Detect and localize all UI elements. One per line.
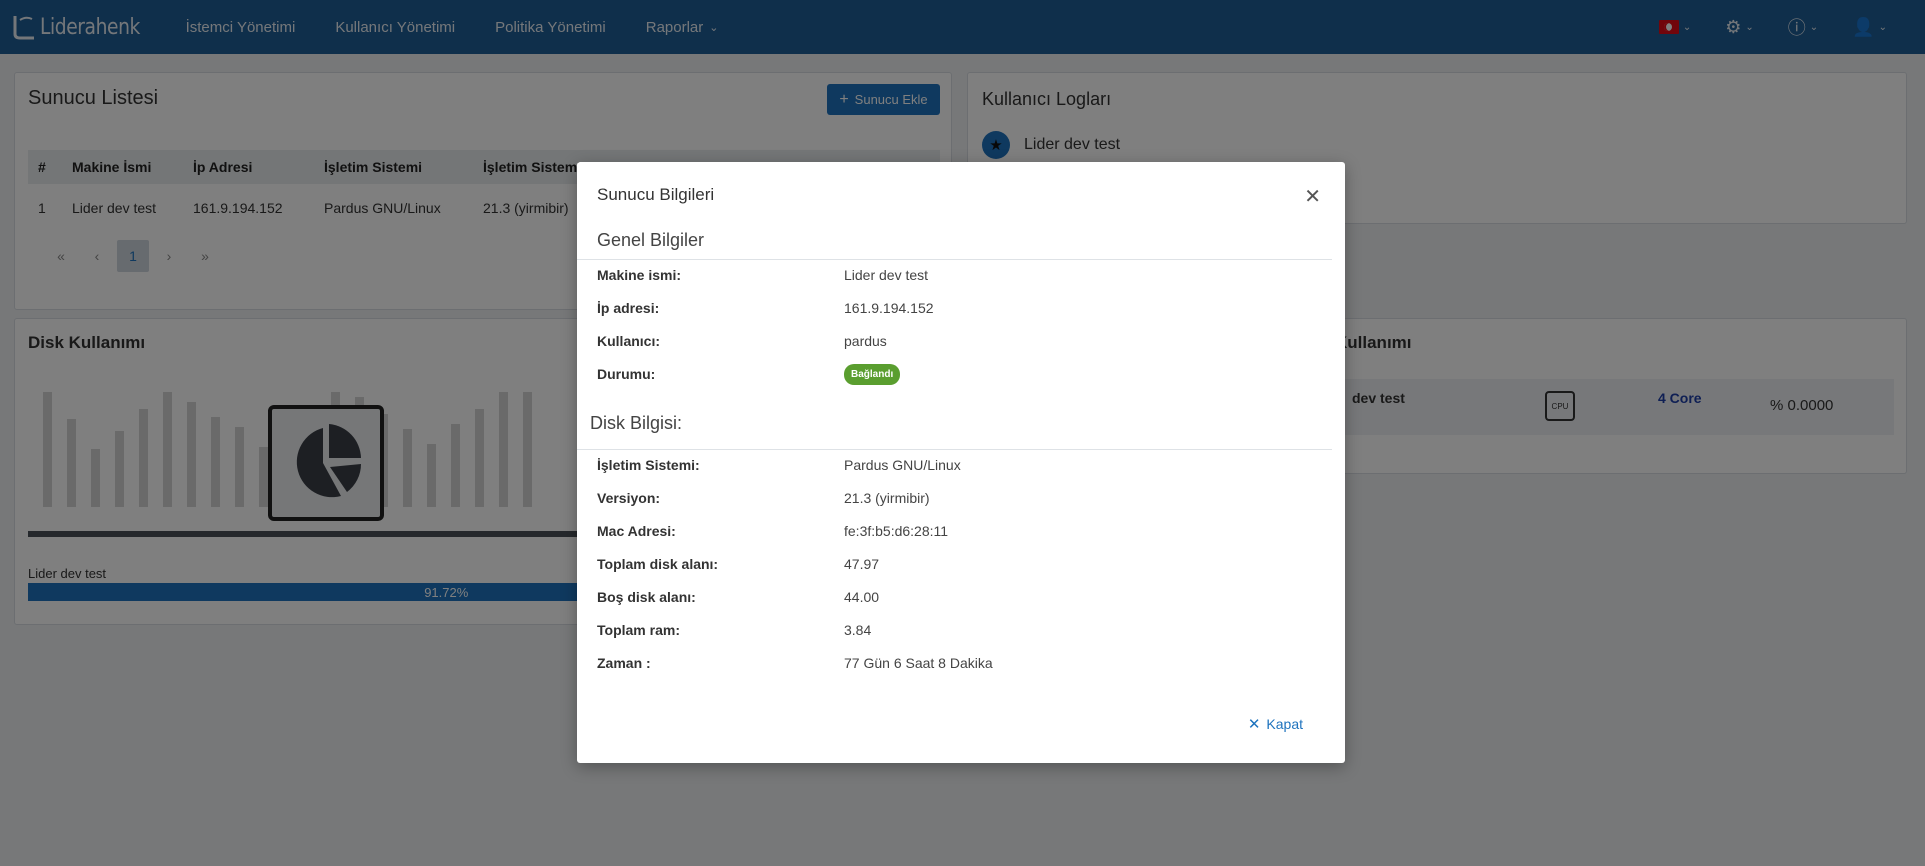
close-icon: ✕ [1247, 716, 1261, 733]
close-button-label: Kapat [1266, 716, 1303, 732]
version-label: Versiyon: [597, 490, 661, 506]
mac-address-value: fe:3f:b5:d6:28:11 [844, 523, 949, 539]
version-value: 21.3 (yirmibir) [844, 490, 930, 506]
free-disk-value: 44.00 [844, 589, 880, 605]
general-info-heading: Genel Bilgiler [597, 230, 705, 250]
machine-name-label: Makine ismi: [597, 267, 682, 283]
disk-info-heading: Disk Bilgisi: [590, 413, 683, 433]
section-divider [577, 259, 1332, 260]
total-disk-label: Toplam disk alanı: [597, 556, 719, 572]
close-button[interactable]: ✕ Kapat [1248, 715, 1303, 733]
ip-address-value: 161.9.194.152 [844, 300, 934, 316]
status-label: Durumu: [597, 366, 656, 382]
machine-name-value: Lider dev test [844, 267, 929, 283]
os-label: İşletim Sistemi: [597, 457, 700, 473]
ip-address-label: İp adresi: [597, 300, 660, 316]
total-disk-value: 47.97 [844, 556, 880, 572]
uptime-label: Zaman : [597, 655, 651, 671]
user-label: Kullanıcı: [597, 333, 661, 349]
close-icon[interactable]: ✕ [1304, 184, 1321, 209]
modal-title: Sunucu Bilgileri [597, 185, 715, 204]
free-disk-label: Boş disk alanı: [597, 589, 696, 605]
os-value: Pardus GNU/Linux [844, 457, 961, 473]
total-ram-value: 3.84 [844, 622, 872, 638]
total-ram-label: Toplam ram: [597, 622, 680, 638]
user-value: pardus [844, 333, 887, 349]
server-info-modal: Sunucu Bilgileri ✕ Genel Bilgiler Makine… [577, 162, 1345, 763]
status-badge: Bağlandı [844, 364, 901, 385]
uptime-value: 77 Gün 6 Saat 8 Dakika [844, 655, 993, 671]
section-divider [577, 449, 1332, 450]
mac-address-label: Mac Adresi: [597, 523, 676, 539]
